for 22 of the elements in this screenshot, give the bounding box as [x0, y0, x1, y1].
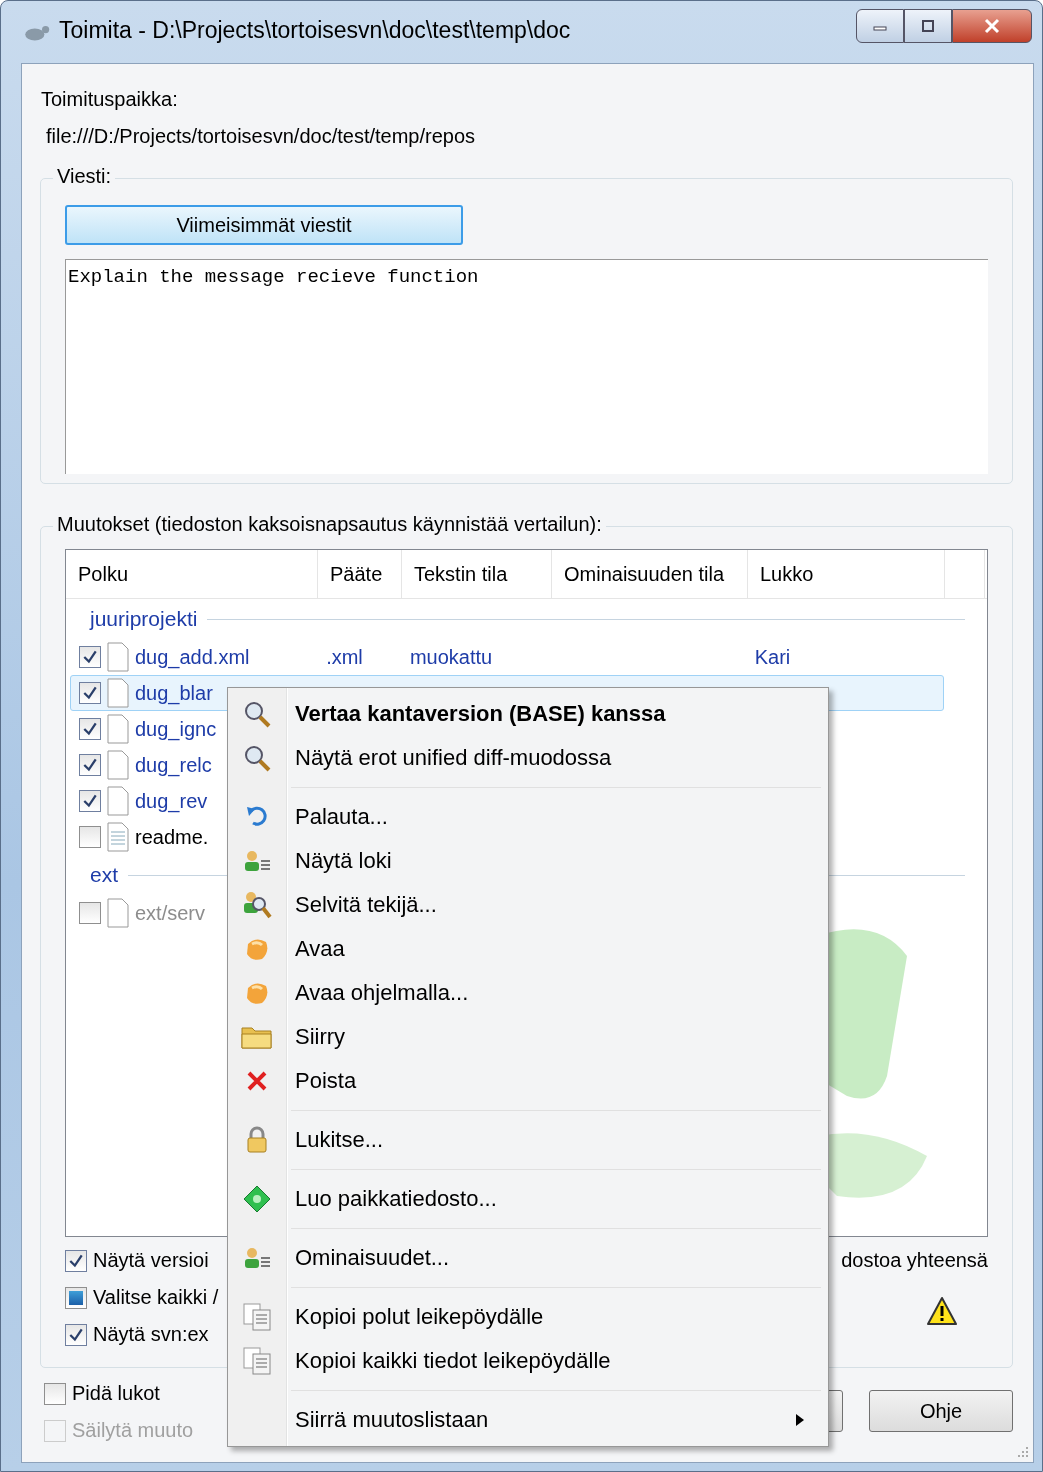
checkbox-label: Säilytä muuto	[72, 1419, 194, 1442]
file-name: ext/serv	[135, 901, 206, 925]
file-name: readme.	[135, 825, 209, 849]
changes-label: Muutokset (tiedoston kaksoisnapsautus käynnistää vertailun):	[53, 513, 606, 536]
file-name: dug_add.xml	[135, 645, 250, 669]
file-count-text: dostoa yhteensä	[841, 1249, 988, 1272]
extension-cell: .xml	[326, 645, 363, 669]
status-cell: muokattu	[409, 645, 493, 669]
group-header: ext	[90, 863, 118, 887]
file-name: dug_ignc	[135, 717, 217, 741]
checkbox-label: Näytä versioi	[93, 1249, 209, 1272]
file-name: dug_rev	[135, 789, 208, 813]
group-header: juuriprojekti	[90, 607, 198, 631]
file-name: dug_relc	[135, 753, 212, 777]
checkbox-label: Näytä svn:ex	[93, 1323, 209, 1346]
file-name: dug_blar	[135, 681, 213, 705]
location-url: file:///D:/Projects/tortoisesvn/doc/test/temp/repos	[46, 125, 477, 148]
window-title: Toimita - D:\Projects\tortoisesvn\doc\test\temp\doc	[59, 16, 572, 44]
checkbox-label: Pidä lukot	[72, 1382, 160, 1405]
checkbox-label: Valitse kaikki /	[93, 1286, 219, 1309]
location-label: Toimituspaikka:	[41, 88, 179, 111]
lock-owner-cell: Kari	[754, 645, 791, 669]
